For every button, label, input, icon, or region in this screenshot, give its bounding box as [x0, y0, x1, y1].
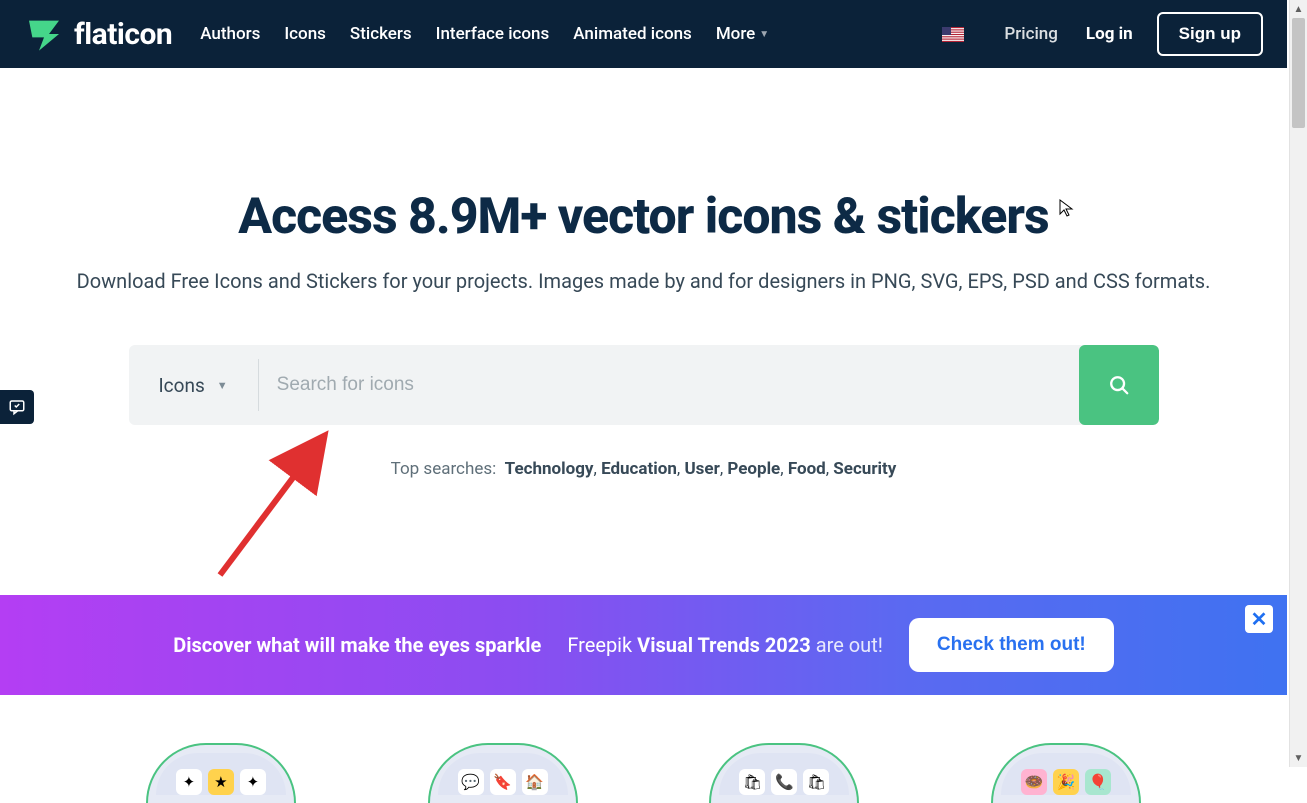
- promo-out: are out!: [816, 633, 883, 657]
- top-search-technology[interactable]: Technology: [505, 459, 594, 479]
- category-circle[interactable]: 🍩🎉🎈: [991, 743, 1141, 803]
- top-searches: Top searches: Technology, Education, Use…: [60, 459, 1227, 479]
- search-button[interactable]: [1079, 345, 1159, 425]
- promo-trends: Visual Trends 2023: [637, 633, 811, 657]
- main-nav: Authors Icons Stickers Interface icons A…: [200, 24, 769, 44]
- search-type-dropdown[interactable]: Icons ▼: [129, 359, 259, 411]
- scroll-thumb[interactable]: [1292, 18, 1305, 128]
- logo-icon: [24, 14, 64, 54]
- hero-title: Access 8.9M+ vector icons & stickers: [60, 188, 1227, 246]
- nav-more[interactable]: More▼: [716, 24, 769, 44]
- top-searches-label: Top searches:: [391, 459, 497, 479]
- top-search-education[interactable]: Education: [601, 459, 677, 479]
- promo-banner: Discover what will make the eyes sparkle…: [0, 595, 1287, 695]
- search-bar: Icons ▼: [129, 345, 1159, 425]
- promo-freepik: Freepik: [567, 633, 632, 657]
- nav-animated-icons[interactable]: Animated icons: [573, 24, 692, 44]
- login-link[interactable]: Log in: [1086, 24, 1133, 44]
- feedback-tab[interactable]: [0, 390, 34, 424]
- promo-text-1: Discover what will make the eyes sparkle: [173, 633, 541, 657]
- search-input[interactable]: [259, 345, 1079, 425]
- nav-interface-icons[interactable]: Interface icons: [436, 24, 550, 44]
- logo-text: flaticon: [74, 17, 172, 52]
- search-icon: [1108, 374, 1130, 396]
- top-search-security[interactable]: Security: [833, 459, 896, 479]
- scrollbar[interactable]: ▲ ▼: [1289, 0, 1307, 767]
- logo[interactable]: flaticon: [24, 14, 172, 54]
- category-circle[interactable]: 🛍📞🛍: [709, 743, 859, 803]
- site-header: flaticon Authors Icons Stickers Interfac…: [0, 0, 1287, 68]
- hero-section: Access 8.9M+ vector icons & stickers Dow…: [0, 68, 1287, 519]
- top-search-food[interactable]: Food: [788, 459, 826, 479]
- nav-authors[interactable]: Authors: [200, 24, 260, 44]
- category-circle[interactable]: ✦★✦: [146, 743, 296, 803]
- us-flag-icon: [942, 27, 964, 42]
- signup-button[interactable]: Sign up: [1157, 12, 1263, 56]
- category-circle[interactable]: 💬🔖🏠: [428, 743, 578, 803]
- top-search-user[interactable]: User: [684, 459, 719, 479]
- nav-stickers[interactable]: Stickers: [350, 24, 412, 44]
- category-row: ✦★✦ 💬🔖🏠 🛍📞🛍 🍩🎉🎈: [0, 695, 1287, 803]
- pricing-link[interactable]: Pricing: [1004, 24, 1058, 44]
- promo-cta-button[interactable]: Check them out!: [909, 618, 1114, 672]
- chevron-down-icon: ▼: [759, 29, 769, 40]
- scroll-down-arrow[interactable]: ▼: [1290, 749, 1307, 767]
- promo-close-button[interactable]: ✕: [1245, 605, 1273, 633]
- chevron-down-icon: ▼: [217, 379, 228, 392]
- hero-subtitle: Download Free Icons and Stickers for you…: [60, 266, 1227, 297]
- nav-icons[interactable]: Icons: [284, 24, 326, 44]
- message-icon: [8, 398, 26, 416]
- top-search-people[interactable]: People: [727, 459, 780, 479]
- language-selector[interactable]: [942, 27, 964, 42]
- scroll-up-arrow[interactable]: ▲: [1290, 0, 1307, 18]
